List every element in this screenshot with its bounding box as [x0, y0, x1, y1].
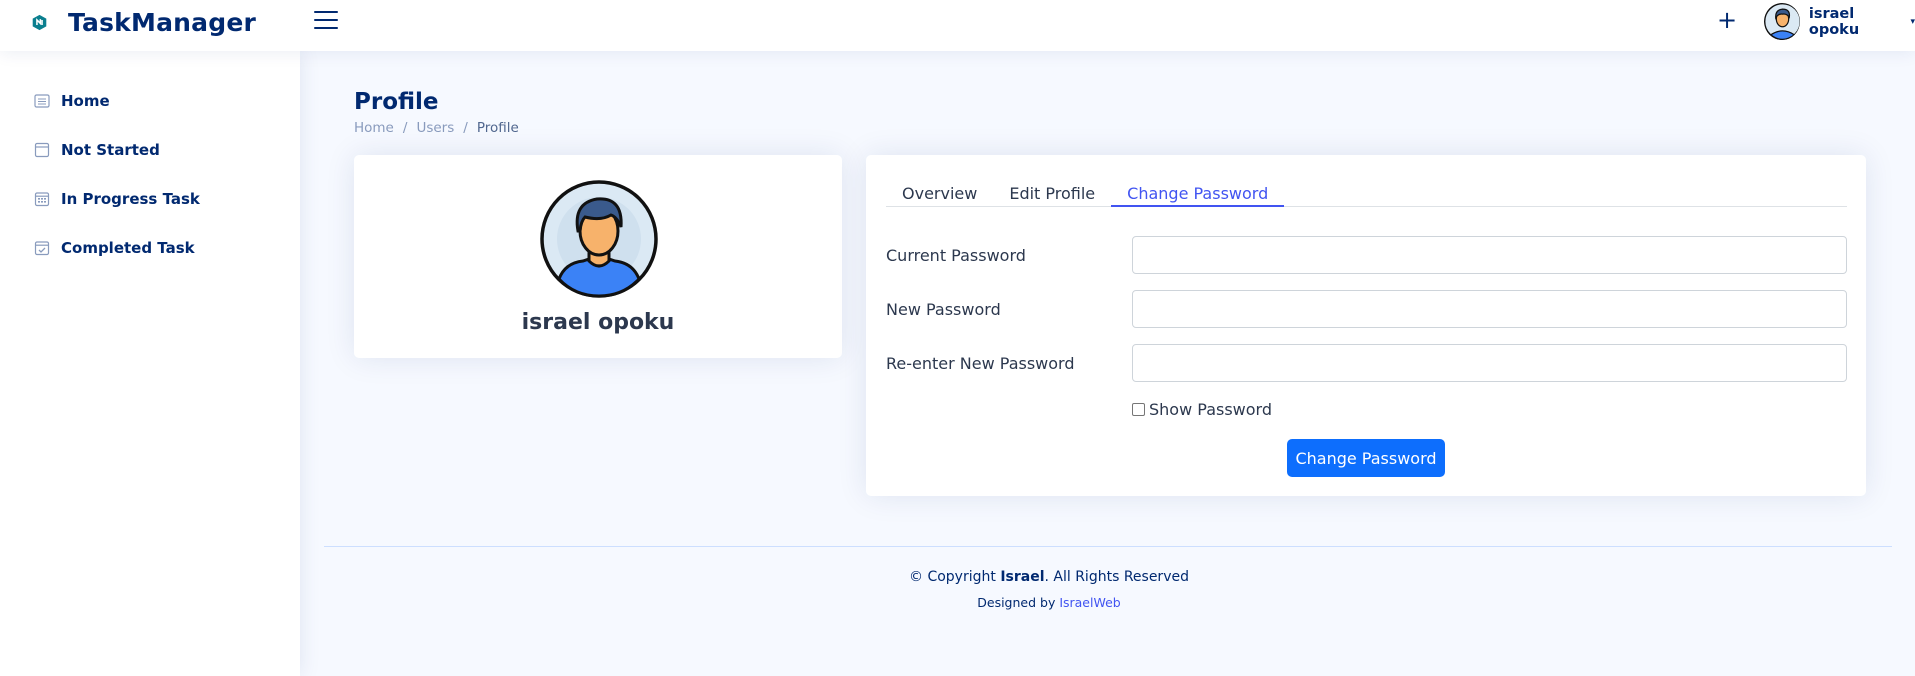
reenter-password-field[interactable]	[1132, 344, 1847, 382]
copyright: © Copyright Israel. All Rights Reserved	[324, 569, 1774, 585]
top-header: TaskManager + israel opoku ▾	[0, 0, 1915, 51]
page-title: Profile	[354, 89, 439, 115]
breadcrumb-home[interactable]: Home	[354, 120, 394, 136]
new-password-label: New Password	[886, 300, 1001, 319]
current-password-field[interactable]	[1132, 236, 1847, 274]
avatar	[1764, 3, 1800, 40]
sidebar-item-label: Home	[61, 92, 110, 110]
breadcrumb-current: Profile	[476, 120, 519, 136]
designed-by-label: Designed by	[977, 595, 1060, 610]
sidebar-item-home[interactable]: Home	[34, 92, 110, 110]
window-icon	[34, 142, 50, 158]
designer-link[interactable]: IsraelWeb	[1059, 595, 1120, 610]
show-password-row: Show Password	[1132, 400, 1272, 419]
show-password-checkbox[interactable]	[1132, 403, 1145, 416]
breadcrumb-separator: /	[402, 120, 408, 136]
reenter-password-label: Re-enter New Password	[886, 354, 1075, 373]
sidebar: Home Not Started In Progress Task Comple…	[0, 51, 300, 676]
show-password-label[interactable]: Show Password	[1149, 400, 1272, 419]
change-password-card: Overview Edit Profile Change Password Cu…	[866, 155, 1866, 496]
hamburger-icon[interactable]	[314, 11, 338, 31]
calendar-grid-icon	[34, 192, 50, 207]
copyright-suffix: . All Rights Reserved	[1044, 569, 1189, 585]
user-menu[interactable]: israel opoku ▾	[1764, 3, 1915, 40]
breadcrumb-separator: /	[463, 120, 468, 136]
breadcrumb: Home / Users / Profile	[354, 120, 519, 136]
calendar-check-icon	[34, 241, 50, 256]
list-icon	[34, 94, 50, 108]
breadcrumb-users[interactable]: Users	[416, 120, 454, 136]
profile-avatar	[540, 180, 658, 298]
current-password-label: Current Password	[886, 246, 1026, 265]
sidebar-item-in-progress[interactable]: In Progress Task	[34, 190, 200, 208]
credits: Designed by IsraelWeb	[324, 595, 1774, 610]
sidebar-item-label: Not Started	[61, 141, 160, 159]
sidebar-item-label: In Progress Task	[61, 190, 200, 208]
tab-edit-profile[interactable]: Edit Profile	[993, 170, 1111, 207]
change-password-button[interactable]: Change Password	[1287, 439, 1445, 477]
sidebar-item-not-started[interactable]: Not Started	[34, 141, 160, 159]
profile-name: israel opoku	[521, 310, 675, 335]
brand-logo[interactable]: TaskManager	[31, 8, 256, 37]
new-password-field[interactable]	[1132, 290, 1847, 328]
user-name: israel opoku	[1808, 5, 1860, 38]
tab-overview[interactable]: Overview	[886, 170, 993, 207]
profile-card: israel opoku	[354, 155, 842, 358]
chevron-down-icon: ▾	[1910, 16, 1915, 27]
sidebar-item-completed[interactable]: Completed Task	[34, 239, 195, 257]
copyright-prefix: © Copyright	[909, 569, 1001, 585]
tab-change-password[interactable]: Change Password	[1111, 170, 1285, 207]
sidebar-item-label: Completed Task	[61, 239, 195, 257]
logo-icon	[32, 14, 47, 31]
footer-divider	[324, 546, 1892, 547]
plus-icon[interactable]: +	[1717, 6, 1737, 34]
app-name: TaskManager	[68, 8, 257, 37]
copyright-owner: Israel	[1000, 569, 1045, 585]
profile-tabs: Overview Edit Profile Change Password	[886, 170, 1847, 207]
